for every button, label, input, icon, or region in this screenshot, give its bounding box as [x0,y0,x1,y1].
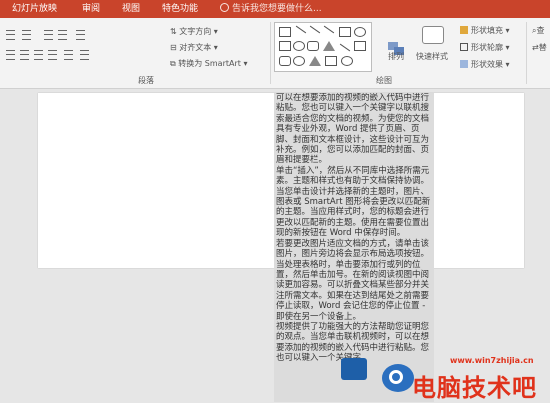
lightbulb-icon [220,3,229,12]
shape-effects-label: 形状效果 [471,60,503,69]
rectangle-shape-icon[interactable] [279,41,291,51]
group-divider [526,22,527,84]
group-divider [270,22,271,84]
quick-styles-icon[interactable] [422,26,444,44]
line-shape-icon[interactable] [295,25,307,34]
text-direction-button[interactable]: ⇅ 文字方向 ▾ [170,26,218,37]
distributed-icon[interactable] [64,50,73,60]
justify-icon[interactable] [48,50,57,60]
align-text-label: 对齐文本 [179,43,212,52]
shape-fill-label: 形状填充 [471,26,503,35]
rectangle-shape-icon[interactable] [354,41,366,51]
paragraph-group-label: 段落 [138,76,154,85]
watermark-logo-icon [382,364,414,392]
increase-indent-icon[interactable] [58,30,67,40]
shape-outline-label: 形状轮廓 [471,43,503,52]
shapes-gallery[interactable] [274,22,372,72]
tab-view[interactable]: 视图 [122,3,140,15]
tell-me-search[interactable]: 告诉我您想要做什么... [220,3,322,15]
elbow-connector-icon[interactable] [323,25,335,34]
columns-icon[interactable] [80,50,89,60]
rectangle-shape-icon[interactable] [339,27,351,37]
tab-features[interactable]: 特色功能 [162,3,198,15]
decrease-indent-icon[interactable] [44,30,53,40]
star-shape-icon[interactable] [309,56,321,66]
convert-smartart-label: 转换为 SmartArt [178,59,241,68]
brace-shape-icon[interactable] [325,56,337,66]
line-spacing-icon[interactable] [76,30,85,40]
align-right-icon[interactable] [34,50,43,60]
ribbon-tab-bar: 幻灯片放映 审阅 视图 特色功能 告诉我您想要做什么... [0,0,550,18]
curve-shape-icon[interactable] [293,56,305,66]
tell-me-text: 告诉我您想要做什么... [232,4,322,14]
arrange-label: 排列 [388,52,404,61]
shape-effects-button[interactable]: 形状效果 ▾ [460,59,510,70]
callout-shape-icon[interactable] [341,56,353,66]
shape-outline-button[interactable]: 形状轮廓 ▾ [460,42,510,53]
shape-fill-button[interactable]: 形状填充 ▾ [460,25,510,36]
pen-icon [460,43,468,51]
drawing-group-label: 绘图 [376,76,392,85]
find-button[interactable]: ⌕查 [532,25,544,36]
convert-smartart-button[interactable]: ⧉ 转换为 SmartArt ▾ [170,58,247,69]
numbering-icon[interactable] [22,30,31,40]
text-direction-label: 文字方向 [179,27,212,36]
triangle-shape-icon[interactable] [323,41,335,51]
text-paragraph: 单击“插入”，然后从不同库中选择所需元素。主题和样式也有助于文档保持协调。当您单… [276,165,431,239]
bracket-shape-icon[interactable] [279,56,291,66]
text-paragraph: 若要更改图片适应文档的方式，请单击该图片，图片旁边将会显示布局选项按钮。当处理表… [276,238,430,322]
replace-button[interactable]: ⇄替 [532,42,547,53]
align-text-button[interactable]: ⊟ 对齐文本 ▾ [170,42,218,53]
tab-slideshow[interactable]: 幻灯片放映 [12,3,57,15]
bullets-icon[interactable] [6,30,15,40]
arrow-shape-icon[interactable] [309,25,321,34]
oval-shape-icon[interactable] [354,27,366,37]
floating-slide-icon [341,358,367,380]
align-center-icon[interactable] [20,50,29,60]
quick-styles-label[interactable]: 快速样式 [416,51,448,62]
watermark-text: 电脑技术吧 [412,374,537,402]
effects-icon [460,60,468,68]
line-shape-icon[interactable] [339,43,351,52]
align-left-icon[interactable] [6,50,15,60]
tab-review[interactable]: 审阅 [82,3,100,15]
paint-bucket-icon [460,26,468,34]
textbox-shape-icon[interactable] [279,27,291,37]
find-label: 查 [536,26,545,35]
text-paragraph: 可以在想要添加的视频的嵌入代码中进行粘贴。您也可以键入一个关键字以联机搜索最适合… [276,93,430,166]
replace-label: 替 [538,43,547,52]
rounded-rectangle-icon[interactable] [307,41,319,51]
oval-shape-icon[interactable] [293,41,305,51]
watermark-url: www.win7zhijia.cn [450,356,534,365]
